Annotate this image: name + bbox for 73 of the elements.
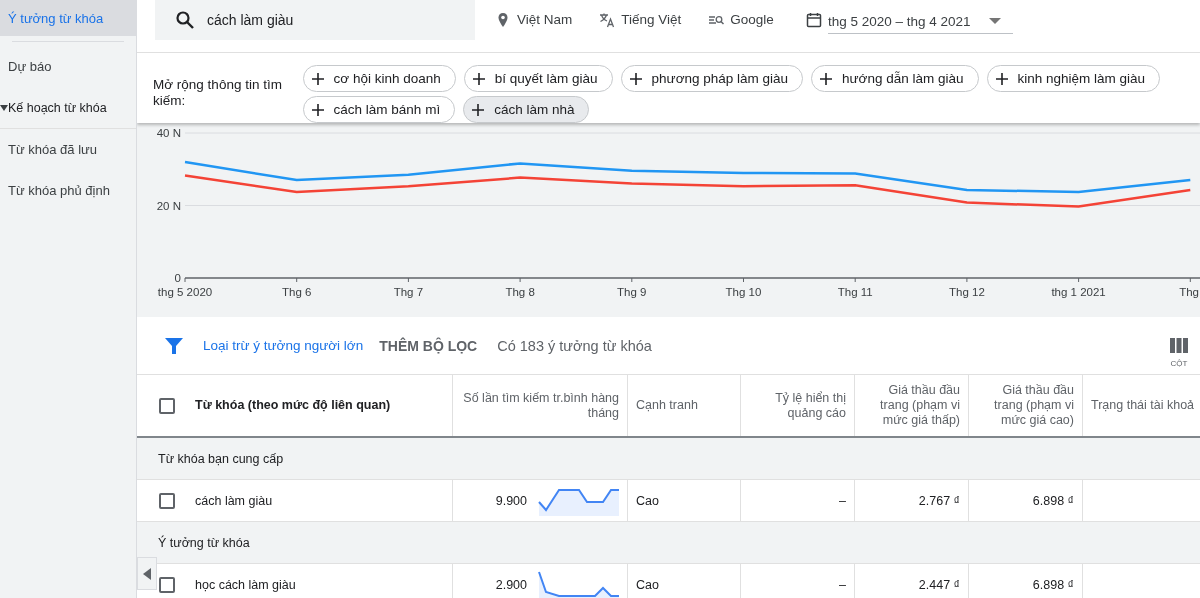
column-header[interactable]: Tỷ lệ hiển thị quảng cáo: [741, 375, 855, 436]
suggestion-chip[interactable]: hướng dẫn làm giàu: [811, 65, 979, 92]
table-cell: 6.898 ₫: [969, 564, 1083, 598]
axis-label: 20 N: [156, 199, 181, 212]
plus-icon: [311, 72, 324, 85]
suggestion-chip[interactable]: phương pháp làm giàu: [620, 65, 804, 92]
axis-label: Thg 10: [725, 286, 762, 298]
plus-icon: [629, 72, 642, 85]
search-field[interactable]: cách làm giàu: [155, 0, 475, 40]
column-header[interactable]: Giá thầu đầu trang (phạm vi mức giá cao): [969, 375, 1083, 436]
network-selector[interactable]: Google: [730, 12, 774, 27]
add-filter-button[interactable]: THÊM BỘ LỌC: [379, 337, 478, 354]
plus-icon: [472, 103, 485, 116]
sidebar-item[interactable]: Từ khóa đã lưu: [0, 129, 136, 170]
table-cell: 6.898 ₫: [969, 480, 1083, 521]
group-heading: Từ khóa bạn cung cấp: [137, 438, 1200, 480]
calendar-icon: [805, 11, 822, 28]
column-header[interactable]: Cạnh tranh: [628, 375, 741, 436]
table-cell: 2.900: [495, 577, 527, 592]
filter-icon[interactable]: [165, 336, 183, 355]
columns-icon: [1170, 337, 1188, 353]
row-checkbox[interactable]: [159, 576, 175, 593]
suggestion-chip[interactable]: bí quyết làm giàu: [463, 65, 613, 92]
refine-label: Mở rộng thông tin tìm kiếm:: [153, 77, 283, 110]
column-header[interactable]: Trạng thái tài khoả: [1083, 375, 1200, 436]
plus-icon: [472, 72, 485, 85]
location-selector[interactable]: Việt Nam: [517, 12, 573, 27]
translate-icon: [599, 11, 616, 28]
caret-icon: [0, 104, 8, 111]
exclude-adult-link[interactable]: Loại trừ ý tưởng người lớn: [203, 338, 364, 353]
column-header[interactable]: Giá thầu đầu trang (phạm vi mức giá thấp): [855, 375, 969, 436]
axis-label: Thg 6: [282, 286, 312, 298]
table-cell: Cao: [628, 480, 741, 521]
suggestion-chip[interactable]: cách làm nhà: [463, 96, 590, 123]
axis-label: Thg 7: [393, 286, 424, 298]
sidebar-item[interactable]: Dự báo: [0, 46, 136, 87]
keyword-cell: cách làm giàu: [195, 493, 273, 508]
language-selector[interactable]: Tiếng Việt: [621, 12, 682, 27]
table-cell: –: [741, 564, 855, 598]
axis-label: thg 1 2021: [1051, 286, 1106, 298]
table-cell: 2.447 ₫: [855, 564, 969, 598]
group-heading: Ý tưởng từ khóa: [137, 522, 1200, 564]
sidebar-item[interactable]: Từ khóa phủ định: [0, 170, 136, 211]
axis-label: Thg 8: [505, 286, 535, 298]
date-range-field[interactable]: thg 5 2020 – thg 4 2021: [827, 13, 1013, 34]
table-cell: –: [741, 480, 855, 521]
search-icon: [175, 9, 195, 30]
axis-label: Thg 11: [837, 286, 873, 298]
select-all-checkbox[interactable]: [159, 397, 175, 414]
dropdown-caret-icon: [988, 18, 1001, 24]
suggestion-chip[interactable]: kinh nghiệm làm giàu: [986, 65, 1161, 92]
axis-label: Thg: [1179, 286, 1199, 298]
plus-icon: [311, 103, 324, 116]
table-cell: 2.767 ₫: [855, 480, 969, 521]
scroll-left-button[interactable]: [137, 557, 157, 590]
axis-label: Thg 12: [949, 286, 985, 298]
axis-label: 0: [174, 272, 181, 284]
row-checkbox[interactable]: [159, 492, 175, 509]
suggestion-chip[interactable]: cách làm bánh mì: [302, 96, 456, 123]
plus-icon: [995, 72, 1008, 85]
axis-label: 40 N: [156, 127, 181, 139]
plus-icon: [820, 72, 833, 85]
column-header[interactable]: Từ khóa (theo mức độ liên quan): [195, 398, 391, 413]
table-cell: 9.900: [495, 493, 527, 508]
idea-count: Có 183 ý tưởng từ khóa: [497, 337, 652, 354]
keyword-cell: học cách làm giàu: [195, 577, 296, 592]
column-header[interactable]: Số lần tìm kiếm tr.bình hàng tháng: [453, 375, 628, 436]
suggestion-chip[interactable]: cơ hội kinh doanh: [302, 65, 456, 92]
axis-label: Thg 9: [617, 286, 647, 298]
left-arrow-icon: [143, 567, 151, 580]
table-cell: Cao: [628, 564, 741, 598]
columns-button[interactable]: CỘT: [1170, 333, 1188, 368]
axis-label: thg 5 2020: [157, 286, 213, 298]
